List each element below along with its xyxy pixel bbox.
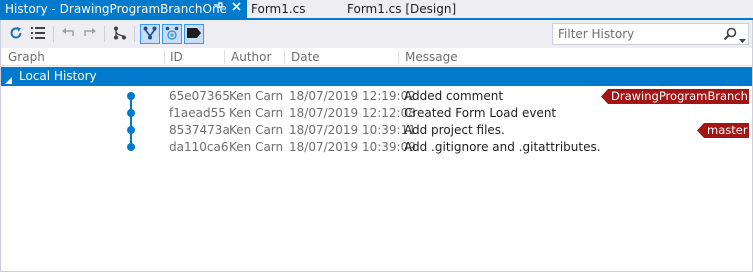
column-divider[interactable] <box>398 50 399 64</box>
column-header-author[interactable]: Author <box>231 50 271 64</box>
toolbar-separator <box>134 26 135 42</box>
toolbar-separator <box>53 26 54 42</box>
column-divider[interactable] <box>164 50 165 64</box>
commit-author: Ken Carn <box>229 140 284 154</box>
commit-id: 8537473a <box>169 123 230 137</box>
tab-form1-design-label: Form1.cs [Design] <box>347 2 457 16</box>
list-details-icon <box>31 26 45 42</box>
refresh-button[interactable] <box>6 24 26 44</box>
commit-message: Added comment <box>404 89 504 103</box>
view-details-button[interactable] <box>28 24 48 44</box>
tab-history-label: History - DrawingProgramBranchOne <box>5 2 227 16</box>
show-full-history-button[interactable] <box>140 24 160 44</box>
local-history-label: Local History <box>19 69 97 83</box>
search-icon[interactable] <box>723 27 737 44</box>
refresh-icon <box>9 26 23 43</box>
filter-history-input[interactable]: Filter History <box>552 23 749 45</box>
commit-date: 18/07/2019 10:39:09 <box>289 140 416 154</box>
go-to-child-button[interactable] <box>58 24 78 44</box>
commit-message: Created Form Load event <box>404 106 557 120</box>
tab-history[interactable]: History - DrawingProgramBranchOne <box>0 0 247 18</box>
show-tags-button[interactable] <box>184 24 204 44</box>
chevron-down-icon[interactable] <box>739 32 746 46</box>
commit-message: Add project files. <box>404 123 505 137</box>
merge-graph-icon <box>143 26 157 43</box>
commit-id: 65e07365 <box>169 89 230 103</box>
commit-id: f1aead55 <box>169 106 226 120</box>
commit-row[interactable]: f1aead55 Ken Carn 18/07/2019 12:12:08 Cr… <box>0 105 753 122</box>
column-divider[interactable] <box>224 50 225 64</box>
commit-author: Ken Carn <box>229 123 284 137</box>
column-header-row: Graph ID Author Date Message <box>0 48 753 66</box>
commit-node <box>127 143 135 151</box>
expand-triangle-icon[interactable] <box>5 73 12 87</box>
tag-icon <box>187 27 201 41</box>
commit-message: Add .gitignore and .gitattributes. <box>404 140 601 154</box>
commit-date: 18/07/2019 10:39:11 <box>289 123 416 137</box>
close-icon[interactable] <box>228 0 244 15</box>
local-history-group[interactable]: Local History <box>0 67 753 86</box>
commit-node <box>127 126 135 134</box>
column-header-graph[interactable]: Graph <box>8 50 45 64</box>
document-tab-strip: History - DrawingProgramBranchOne Form1.… <box>0 0 753 20</box>
go-to-parent-button[interactable] <box>80 24 100 44</box>
pin-icon[interactable] <box>211 0 225 13</box>
remote-icon <box>165 26 179 43</box>
commit-node <box>127 92 135 100</box>
commit-row[interactable]: 65e07365 Ken Carn 18/07/2019 12:19:02 Ad… <box>0 88 753 105</box>
toolbar-separator <box>104 26 105 42</box>
column-header-date[interactable]: Date <box>291 50 320 64</box>
branch-graph-icon <box>113 26 127 43</box>
branch-ref-tag[interactable]: DrawingProgramBranch... <box>601 89 749 104</box>
show-remote-branches-button[interactable] <box>162 24 182 44</box>
go-to-parent-icon <box>83 27 97 42</box>
commit-node <box>127 109 135 117</box>
commit-row[interactable]: da110ca6 Ken Carn 18/07/2019 10:39:09 Ad… <box>0 139 753 156</box>
tab-form1-cs[interactable]: Form1.cs <box>251 0 306 18</box>
commit-date: 18/07/2019 12:12:08 <box>289 106 416 120</box>
commit-author: Ken Carn <box>229 106 284 120</box>
commit-row[interactable]: 8537473a Ken Carn 18/07/2019 10:39:11 Ad… <box>0 122 753 139</box>
go-to-child-icon <box>61 27 75 42</box>
column-header-id[interactable]: ID <box>170 50 183 64</box>
master-ref-tag[interactable]: master <box>697 123 749 138</box>
filter-history-placeholder: Filter History <box>558 27 635 41</box>
commit-author: Ken Carn <box>229 89 284 103</box>
tab-form1-design[interactable]: Form1.cs [Design] <box>347 0 456 18</box>
commit-id: da110ca6 <box>169 140 229 154</box>
column-header-message[interactable]: Message <box>405 50 458 64</box>
tab-form1-cs-label: Form1.cs <box>251 2 306 16</box>
show-first-parent-button[interactable] <box>110 24 130 44</box>
commit-date: 18/07/2019 12:19:02 <box>289 89 416 103</box>
column-divider[interactable] <box>284 50 285 64</box>
